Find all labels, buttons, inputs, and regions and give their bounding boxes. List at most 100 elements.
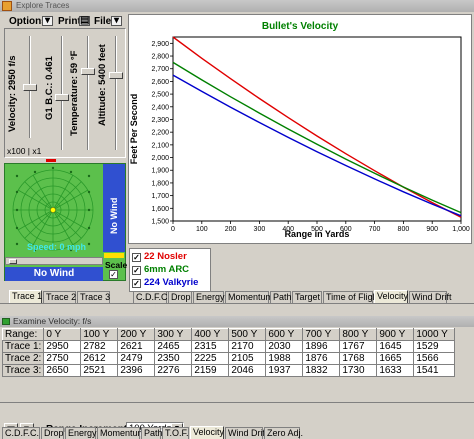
table-cell[interactable]: 1566 (413, 352, 456, 365)
tab-energy-bottom[interactable]: Energy (65, 427, 97, 439)
column-header: 300 Y (154, 328, 193, 341)
y-tick-label: 2,100 (151, 142, 169, 149)
table-cell[interactable]: 2030 (265, 340, 304, 353)
temperature-slider-thumb[interactable] (81, 68, 95, 75)
tab-velocity[interactable]: Velocity (374, 290, 408, 303)
tab-momentum[interactable]: Momentum (225, 291, 273, 303)
table-cell[interactable]: 2225 (191, 352, 230, 365)
velocity-slider-thumb[interactable] (23, 84, 37, 91)
velocity-slider[interactable] (22, 32, 38, 142)
table-cell[interactable]: 1832 (302, 364, 341, 377)
altitude-slider-thumb[interactable] (109, 72, 123, 79)
table-cell[interactable]: 2950 (43, 340, 82, 353)
table-header-row: Range: 0 Y 100 Y 200 Y 300 Y 400 Y 500 Y… (1, 328, 456, 341)
scale-checkbox[interactable]: ✓ (109, 270, 118, 279)
wind-panel[interactable]: Speed: 0 mph No Wind No Wind Scale ✓ (4, 163, 127, 281)
tab-cdfc[interactable]: C.D.F.C. (133, 291, 170, 303)
table-row: Trace 3: 2650 2521 2396 2276 2159 2046 1… (1, 364, 456, 377)
wind-speed-slider-thumb[interactable] (9, 259, 17, 264)
table-cell[interactable]: 1767 (339, 340, 378, 353)
tab-wind-drift[interactable]: Wind Drift (409, 291, 452, 303)
column-header: 500 Y (228, 328, 267, 341)
legend-checkbox[interactable]: ✓ (132, 266, 141, 275)
table-cell[interactable]: 2350 (154, 352, 193, 365)
column-header: Range: (1, 328, 45, 341)
y-tick-label: 2,800 (151, 54, 169, 61)
table-cell[interactable]: 2650 (43, 364, 82, 377)
column-header: 900 Y (376, 328, 415, 341)
options-dropdown-icon[interactable]: ▾ (42, 16, 53, 26)
table-cell[interactable]: 2315 (191, 340, 230, 353)
table-cell[interactable]: 1529 (413, 340, 456, 353)
table-cell[interactable]: 1937 (265, 364, 304, 377)
wind-speed-text: Speed: 0 mph (27, 242, 87, 252)
trace-legend: ✓ 22 Nosler ✓ 6mm ARC ✓ 224 Valkyrie (129, 248, 211, 292)
table-cell[interactable]: 1988 (265, 352, 304, 365)
file-icon[interactable]: ▾ (111, 16, 122, 26)
column-header: 100 Y (80, 328, 119, 341)
column-header: 0 Y (43, 328, 82, 341)
table-cell[interactable]: 2159 (191, 364, 230, 377)
y-tick-label: 2,200 (151, 130, 169, 137)
temperature-slider[interactable] (80, 32, 96, 154)
table-cell[interactable]: 2465 (154, 340, 193, 353)
table-cell[interactable]: 2276 (154, 364, 193, 377)
table-cell[interactable]: 2750 (43, 352, 82, 365)
print-icon[interactable]: ▤ (79, 16, 90, 26)
tab-trace-2[interactable]: Trace 2 (43, 291, 76, 303)
tab-wind-drift-bottom[interactable]: Wind Drift (225, 427, 268, 439)
column-header: 800 Y (339, 328, 378, 341)
table-cell[interactable]: 1633 (376, 364, 415, 377)
table-cell[interactable]: 2105 (228, 352, 267, 365)
tab-trace-3[interactable]: Trace 3 (77, 291, 110, 303)
legend-item-6mm-arc[interactable]: ✓ 6mm ARC (132, 264, 189, 276)
table-cell[interactable]: 1665 (376, 352, 415, 365)
y-tick-label: 2,700 (151, 66, 169, 73)
print-menu[interactable]: Print (58, 16, 81, 27)
table-cell[interactable]: 2046 (228, 364, 267, 377)
bc-slider[interactable] (54, 32, 70, 154)
table-cell[interactable]: 1541 (413, 364, 456, 377)
tab-path[interactable]: Path (270, 291, 292, 303)
tab-trace-1[interactable]: Trace 1 (9, 290, 42, 303)
table-cell[interactable]: 1645 (376, 340, 415, 353)
tab-path-bottom[interactable]: Path (141, 427, 163, 439)
column-header: 200 Y (117, 328, 156, 341)
tab-cdfc-bottom[interactable]: C.D.F.C. (2, 427, 40, 439)
velocity-multiplier[interactable]: x100 | x1 (7, 146, 41, 156)
altitude-slider[interactable] (108, 32, 124, 154)
table-cell[interactable]: 2396 (117, 364, 156, 377)
table-cell[interactable]: 1896 (302, 340, 341, 353)
wind-yellow-marker (104, 253, 124, 258)
tab-velocity-bottom[interactable]: Velocity (190, 426, 224, 439)
y-tick-label: 2,000 (151, 155, 169, 162)
legend-checkbox[interactable]: ✓ (132, 279, 141, 288)
table-cell[interactable]: 2170 (228, 340, 267, 353)
legend-checkbox[interactable]: ✓ (132, 253, 141, 262)
legend-item-224-valkyrie[interactable]: ✓ 224 Valkyrie (132, 277, 198, 289)
tab-zero-adj-bottom[interactable]: Zero Adj. (264, 427, 303, 439)
table-cell[interactable]: 2612 (80, 352, 119, 365)
file-menu[interactable]: File (94, 16, 111, 27)
table-cell[interactable]: 1876 (302, 352, 341, 365)
tab-tof-bottom[interactable]: T.O.F. (162, 427, 189, 439)
tab-drop-bottom[interactable]: Drop (41, 427, 64, 439)
wind-speed-slider[interactable] (5, 257, 103, 265)
tab-target[interactable]: Target (292, 291, 322, 303)
table-cell[interactable]: 1730 (339, 364, 378, 377)
bc-slider-thumb[interactable] (55, 94, 69, 101)
table-cell[interactable]: 2521 (80, 364, 119, 377)
tab-drop[interactable]: Drop (168, 291, 192, 303)
tab-energy[interactable]: Energy (193, 291, 225, 303)
x-tick-label: 1,000 (452, 226, 470, 233)
table-cell[interactable]: 1768 (339, 352, 378, 365)
tab-time-of-flight[interactable]: Time of Flight (323, 291, 380, 303)
legend-item-22-nosler[interactable]: ✓ 22 Nosler (132, 251, 187, 263)
wind-direction-text: No Wind (5, 267, 103, 281)
tab-momentum-bottom[interactable]: Momentum (97, 427, 145, 439)
table-cell[interactable]: 2782 (80, 340, 119, 353)
table-cell[interactable]: 2621 (117, 340, 156, 353)
legend-label: 22 Nosler (144, 251, 187, 262)
row-header: Trace 1: (1, 340, 45, 353)
table-cell[interactable]: 2479 (117, 352, 156, 365)
